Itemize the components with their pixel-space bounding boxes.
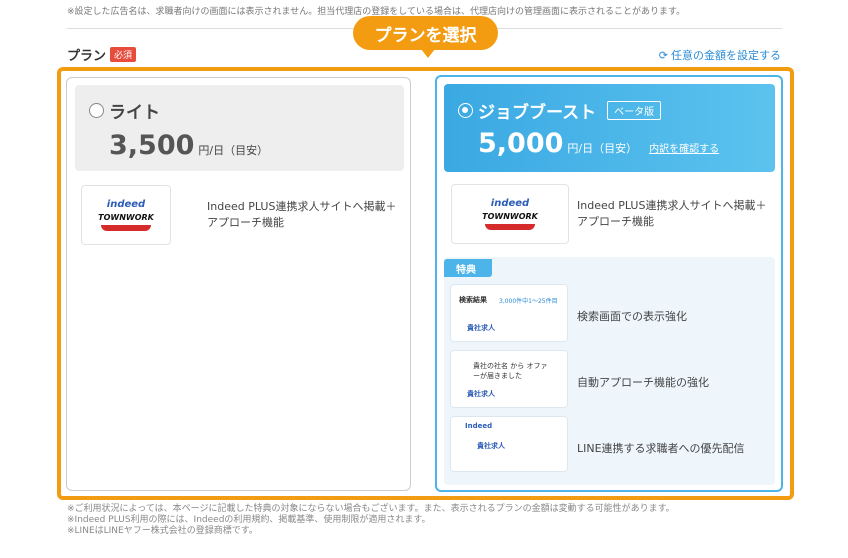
perks-tag: 特典 bbox=[444, 259, 492, 277]
footnote: ※ご利用状況によっては、本ページに記載した特典の対象にならない場合もございます。… bbox=[67, 504, 675, 514]
boost-plan-header: ジョブブースト ベータ版 5,000 円/日（目安） 内訳を確認する bbox=[444, 84, 775, 172]
beta-badge: ベータ版 bbox=[607, 101, 662, 120]
plan-card-job-boost[interactable]: ジョブブースト ベータ版 5,000 円/日（目安） 内訳を確認する indee… bbox=[435, 75, 783, 492]
required-badge: 必須 bbox=[110, 47, 137, 62]
boost-price: 5,000 bbox=[478, 128, 564, 159]
perk-thumbnail-line: Indeed 貴社求人 bbox=[450, 416, 568, 472]
breakdown-link[interactable]: 内訳を確認する bbox=[649, 140, 719, 155]
perk-line-priority: LINE連携する求職者への優先配信 bbox=[577, 442, 745, 455]
rikunabi-logo-mark bbox=[101, 225, 151, 231]
custom-amount-link[interactable]: ⟳ 任意の金額を設定する bbox=[659, 47, 781, 63]
lite-radio-button[interactable] bbox=[89, 103, 104, 118]
lite-price: 3,500 bbox=[109, 130, 195, 161]
boost-price-unit: 円/日（目安） bbox=[567, 142, 638, 155]
footnotes: ※ご利用状況によっては、本ページに記載した特典の対象にならない場合もございます。… bbox=[67, 504, 675, 537]
indeed-townwork-logo: indeed TOWNWORK bbox=[81, 185, 171, 245]
perk-thumbnail-search: 検索結果 3,000件中1〜25件目 貴社求人 bbox=[450, 284, 568, 342]
plan-section-title: プラン bbox=[67, 49, 107, 64]
indeed-townwork-logo: indeed TOWNWORK bbox=[451, 184, 569, 244]
rikunabi-logo-mark bbox=[485, 224, 535, 230]
lite-price-unit: 円/日（目安） bbox=[198, 144, 269, 157]
refresh-icon: ⟳ bbox=[658, 48, 668, 62]
boost-plan-name: ジョブブースト bbox=[478, 103, 597, 123]
lite-plan-name: ライト bbox=[109, 103, 160, 123]
plan-card-lite[interactable]: ライト 3,500 円/日（目安） indeed TOWNWORK Indeed… bbox=[66, 77, 411, 491]
perks-panel: 特典 検索結果 3,000件中1〜25件目 貴社求人 検索画面での表示強化 貴社… bbox=[444, 257, 775, 485]
boost-radio-button[interactable] bbox=[458, 103, 473, 118]
footnote: ※Indeed PLUS利用の際には、Indeedの利用規約、掲載基準、使用制限… bbox=[67, 515, 431, 525]
perk-thumbnail-offer: 貴社の社名 から オファーが届きました 貴社求人 bbox=[450, 350, 568, 408]
plan-section-header: プラン 必須 bbox=[67, 45, 137, 64]
perk-auto-approach: 自動アプローチ機能の強化 bbox=[577, 376, 709, 389]
footnote: ※LINEはLINEヤフー株式会社の登録商標です。 bbox=[67, 526, 258, 536]
select-plan-callout: プランを選択 bbox=[353, 16, 498, 58]
lite-feature-text: Indeed PLUS連携求人サイトへ掲載＋アプローチ機能 bbox=[207, 200, 397, 229]
boost-feature-text: Indeed PLUS連携求人サイトへ掲載＋アプローチ機能 bbox=[577, 199, 767, 228]
custom-amount-label: 任意の金額を設定する bbox=[671, 49, 781, 62]
lite-plan-header: ライト 3,500 円/日（目安） bbox=[75, 85, 404, 171]
perk-search-boost: 検索画面での表示強化 bbox=[577, 310, 687, 323]
